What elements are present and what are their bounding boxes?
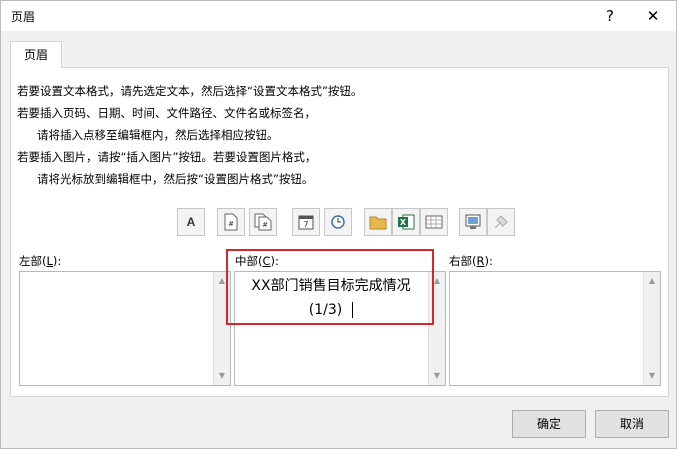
insert-page-count-button[interactable]: # <box>249 208 277 236</box>
insert-date-icon: 7 <box>298 215 314 230</box>
instructions: 若要设置文本格式，请先选定文本，然后选择“设置文本格式”按钮。 若要插入页码、日… <box>17 80 657 190</box>
center-section-editbox[interactable]: XX部门销售目标完成情况 (1/3) ▲ ▼ <box>234 271 446 386</box>
scroll-down-icon[interactable]: ▼ <box>429 369 445 383</box>
insert-file-name-icon: X <box>398 214 415 230</box>
label-accelerator: R <box>476 254 485 268</box>
label-text: ): <box>270 254 279 268</box>
insert-page-count-icon: # <box>254 213 272 231</box>
svg-text:#: # <box>228 220 234 228</box>
ok-button[interactable]: 确定 <box>512 410 586 438</box>
format-picture-button[interactable] <box>487 208 515 236</box>
right-section-editbox[interactable]: ▲ ▼ <box>449 271 661 386</box>
insert-file-path-button[interactable] <box>364 208 392 236</box>
center-text-page: (1/3) <box>308 302 343 318</box>
insert-picture-button[interactable] <box>459 208 487 236</box>
cancel-button[interactable]: 取消 <box>595 410 669 438</box>
label-text: 左部( <box>19 254 47 268</box>
scroll-up-icon[interactable]: ▲ <box>429 274 445 288</box>
label-text: ): <box>52 254 62 268</box>
label-text: 右部( <box>449 254 477 268</box>
instruction-line: 若要插入页码、日期、时间、文件路径、文件名或标签名， <box>17 106 316 120</box>
insert-page-number-icon: # <box>224 213 238 231</box>
format-picture-icon <box>494 215 508 229</box>
insert-sheet-name-button[interactable] <box>420 208 448 236</box>
title-bar: 页眉 ? ✕ <box>1 1 676 31</box>
insert-sheet-name-icon <box>425 215 443 229</box>
dialog-title: 页眉 <box>11 10 36 24</box>
insert-file-name-button[interactable]: X <box>392 208 420 236</box>
format-text-button[interactable]: A <box>177 208 205 236</box>
close-icon[interactable]: ✕ <box>639 5 667 27</box>
tab-panel: 若要设置文本格式，请先选定文本，然后选择“设置文本格式”按钮。 若要插入页码、日… <box>10 67 669 397</box>
left-section-label: 左部(L): <box>19 253 61 269</box>
instruction-line: 若要插入图片，请按“插入图片”按钮。若要设置图片格式， <box>17 150 317 164</box>
tab-header[interactable]: 页眉 <box>10 41 62 68</box>
center-text-line: XX部门销售目标完成情况 <box>251 278 411 294</box>
svg-text:X: X <box>400 218 407 227</box>
label-text: 中部( <box>235 254 263 268</box>
svg-text:7: 7 <box>303 220 308 229</box>
insert-time-button[interactable] <box>324 208 352 236</box>
left-section-editbox[interactable]: ▲ ▼ <box>19 271 231 386</box>
label-text: ): <box>484 254 493 268</box>
help-icon[interactable]: ? <box>599 5 621 27</box>
insert-time-icon <box>331 215 345 229</box>
center-text-line-2: (1/3) <box>235 298 427 322</box>
svg-text:#: # <box>262 221 268 229</box>
scrollbar[interactable]: ▲ ▼ <box>428 272 445 385</box>
center-section-content: XX部门销售目标完成情况 (1/3) <box>235 274 427 322</box>
center-section-label: 中部(C): <box>235 253 279 269</box>
toolbar: A # # 7 X <box>11 208 670 240</box>
scroll-up-icon[interactable]: ▲ <box>214 274 230 288</box>
scroll-down-icon[interactable]: ▼ <box>214 369 230 383</box>
scroll-down-icon[interactable]: ▼ <box>644 369 660 383</box>
insert-file-path-icon <box>369 216 387 230</box>
insert-page-number-button[interactable]: # <box>217 208 245 236</box>
text-cursor <box>352 302 354 318</box>
format-text-icon: A <box>186 215 196 229</box>
instruction-line: 请将光标放到编辑框中，然后按“设置图片格式”按钮。 <box>37 172 314 186</box>
instruction-line: 若要设置文本格式，请先选定文本，然后选择“设置文本格式”按钮。 <box>17 84 363 98</box>
scrollbar[interactable]: ▲ ▼ <box>213 272 230 385</box>
instruction-line: 请将插入点移至编辑框内，然后选择相应按钮。 <box>37 128 279 142</box>
scroll-up-icon[interactable]: ▲ <box>644 274 660 288</box>
label-accelerator: C <box>262 254 271 268</box>
insert-picture-icon <box>465 214 481 229</box>
insert-date-button[interactable]: 7 <box>292 208 320 236</box>
right-section-label: 右部(R): <box>449 253 493 269</box>
header-dialog: 页眉 ? ✕ 页眉 若要设置文本格式，请先选定文本，然后选择“设置文本格式”按钮… <box>0 0 677 449</box>
scrollbar[interactable]: ▲ ▼ <box>643 272 660 385</box>
